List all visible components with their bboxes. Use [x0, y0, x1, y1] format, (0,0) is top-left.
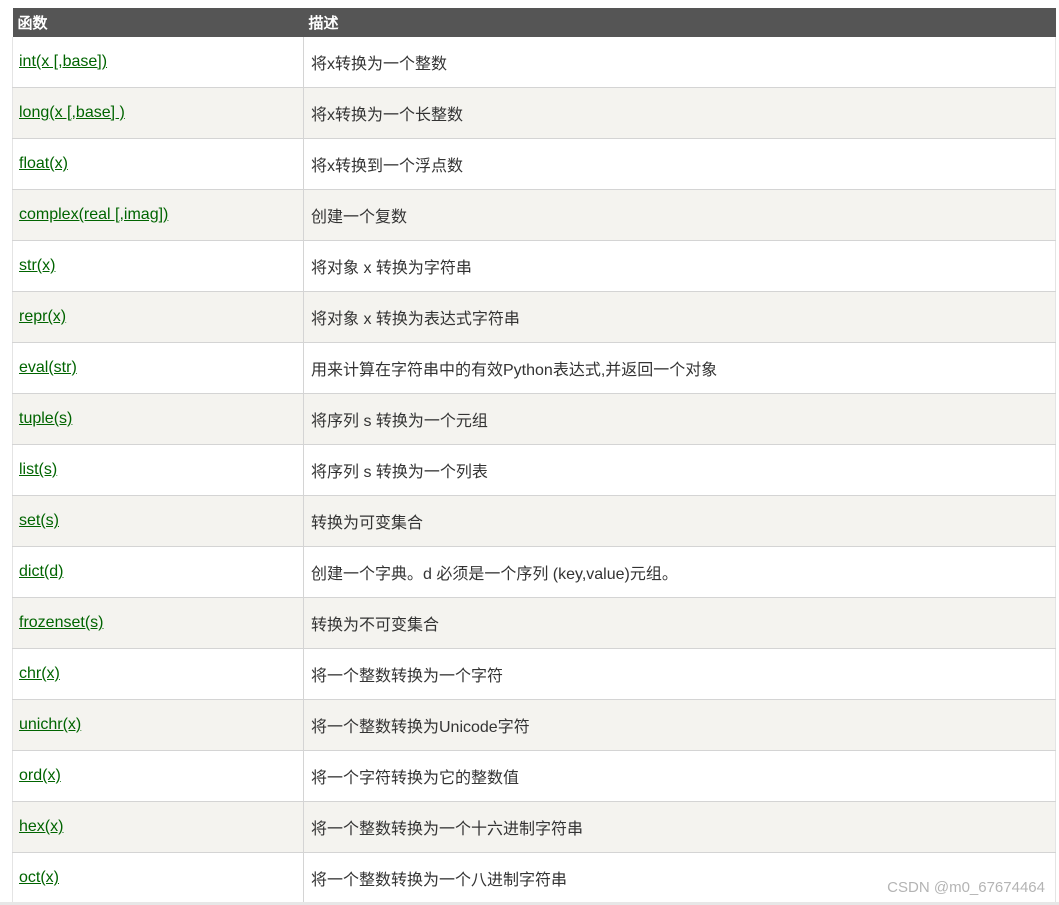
table-row: float(x) 将x转换到一个浮点数 [12, 138, 1056, 190]
function-cell: ord(x) [12, 750, 304, 802]
description-cell: 将序列 s 转换为一个列表 [303, 444, 1056, 496]
function-link-unichr[interactable]: unichr(x) [19, 716, 81, 733]
function-reference-table: 函数 描述 int(x [,base]) 将x转换为一个整数 long(x [,… [12, 8, 1056, 904]
function-link-str[interactable]: str(x) [19, 257, 55, 274]
table-row: unichr(x) 将一个整数转换为Unicode字符 [12, 699, 1056, 751]
reference-table-container: 函数 描述 int(x [,base]) 将x转换为一个整数 long(x [,… [12, 8, 1056, 904]
description-cell: 将x转换为一个长整数 [303, 87, 1056, 139]
description-cell: 将x转换为一个整数 [303, 37, 1056, 88]
function-link-frozenset[interactable]: frozenset(s) [19, 614, 103, 631]
function-link-set[interactable]: set(s) [19, 512, 59, 529]
function-cell: frozenset(s) [12, 597, 304, 649]
function-cell: str(x) [12, 240, 304, 292]
description-cell: 将一个整数转换为一个字符 [303, 648, 1056, 700]
function-link-repr[interactable]: repr(x) [19, 308, 66, 325]
table-row: complex(real [,imag]) 创建一个复数 [12, 189, 1056, 241]
function-link-float[interactable]: float(x) [19, 155, 68, 172]
function-cell: long(x [,base] ) [12, 87, 304, 139]
function-link-ord[interactable]: ord(x) [19, 767, 61, 784]
function-cell: oct(x) [12, 852, 304, 904]
function-cell: tuple(s) [12, 393, 304, 445]
function-cell: complex(real [,imag]) [12, 189, 304, 241]
function-link-eval[interactable]: eval(str) [19, 359, 77, 376]
function-cell: int(x [,base]) [12, 37, 304, 88]
column-header-description: 描述 [303, 8, 1056, 37]
function-cell: eval(str) [12, 342, 304, 394]
table-row: hex(x) 将一个整数转换为一个十六进制字符串 [12, 801, 1056, 853]
description-cell: 将一个整数转换为一个十六进制字符串 [303, 801, 1056, 853]
table-row: str(x) 将对象 x 转换为字符串 [12, 240, 1056, 292]
table-row: eval(str) 用来计算在字符串中的有效Python表达式,并返回一个对象 [12, 342, 1056, 394]
description-cell: 转换为可变集合 [303, 495, 1056, 547]
table-row: long(x [,base] ) 将x转换为一个长整数 [12, 87, 1056, 139]
table-row: tuple(s) 将序列 s 转换为一个元组 [12, 393, 1056, 445]
table-row: list(s) 将序列 s 转换为一个列表 [12, 444, 1056, 496]
description-cell: 创建一个字典。d 必须是一个序列 (key,value)元组。 [303, 546, 1056, 598]
csdn-watermark: CSDN @m0_67674464 [887, 879, 1045, 896]
function-cell: hex(x) [12, 801, 304, 853]
table-row: frozenset(s) 转换为不可变集合 [12, 597, 1056, 649]
table-row: chr(x) 将一个整数转换为一个字符 [12, 648, 1056, 700]
function-cell: float(x) [12, 138, 304, 190]
function-cell: set(s) [12, 495, 304, 547]
description-cell: 将序列 s 转换为一个元组 [303, 393, 1056, 445]
table-row: dict(d) 创建一个字典。d 必须是一个序列 (key,value)元组。 [12, 546, 1056, 598]
function-link-list[interactable]: list(s) [19, 461, 57, 478]
function-cell: chr(x) [12, 648, 304, 700]
table-row: int(x [,base]) 将x转换为一个整数 [12, 37, 1056, 88]
table-row: set(s) 转换为可变集合 [12, 495, 1056, 547]
function-link-hex[interactable]: hex(x) [19, 818, 63, 835]
function-cell: repr(x) [12, 291, 304, 343]
function-link-int[interactable]: int(x [,base]) [19, 53, 107, 70]
function-cell: dict(d) [12, 546, 304, 598]
function-link-dict[interactable]: dict(d) [19, 563, 63, 580]
function-cell: list(s) [12, 444, 304, 496]
table-row: repr(x) 将对象 x 转换为表达式字符串 [12, 291, 1056, 343]
description-cell: 将x转换到一个浮点数 [303, 138, 1056, 190]
column-header-function: 函数 [12, 8, 304, 37]
description-cell: 创建一个复数 [303, 189, 1056, 241]
function-cell: unichr(x) [12, 699, 304, 751]
description-cell: 将对象 x 转换为表达式字符串 [303, 291, 1056, 343]
description-cell: 将对象 x 转换为字符串 [303, 240, 1056, 292]
description-cell: 转换为不可变集合 [303, 597, 1056, 649]
description-cell: 用来计算在字符串中的有效Python表达式,并返回一个对象 [303, 342, 1056, 394]
function-link-long[interactable]: long(x [,base] ) [19, 104, 125, 121]
function-link-oct[interactable]: oct(x) [19, 869, 59, 886]
function-link-complex[interactable]: complex(real [,imag]) [19, 206, 168, 223]
description-cell: 将一个整数转换为Unicode字符 [303, 699, 1056, 751]
function-link-chr[interactable]: chr(x) [19, 665, 60, 682]
function-link-tuple[interactable]: tuple(s) [19, 410, 72, 427]
description-cell: 将一个字符转换为它的整数值 [303, 750, 1056, 802]
table-header-row: 函数 描述 [12, 8, 1056, 37]
table-row: ord(x) 将一个字符转换为它的整数值 [12, 750, 1056, 802]
